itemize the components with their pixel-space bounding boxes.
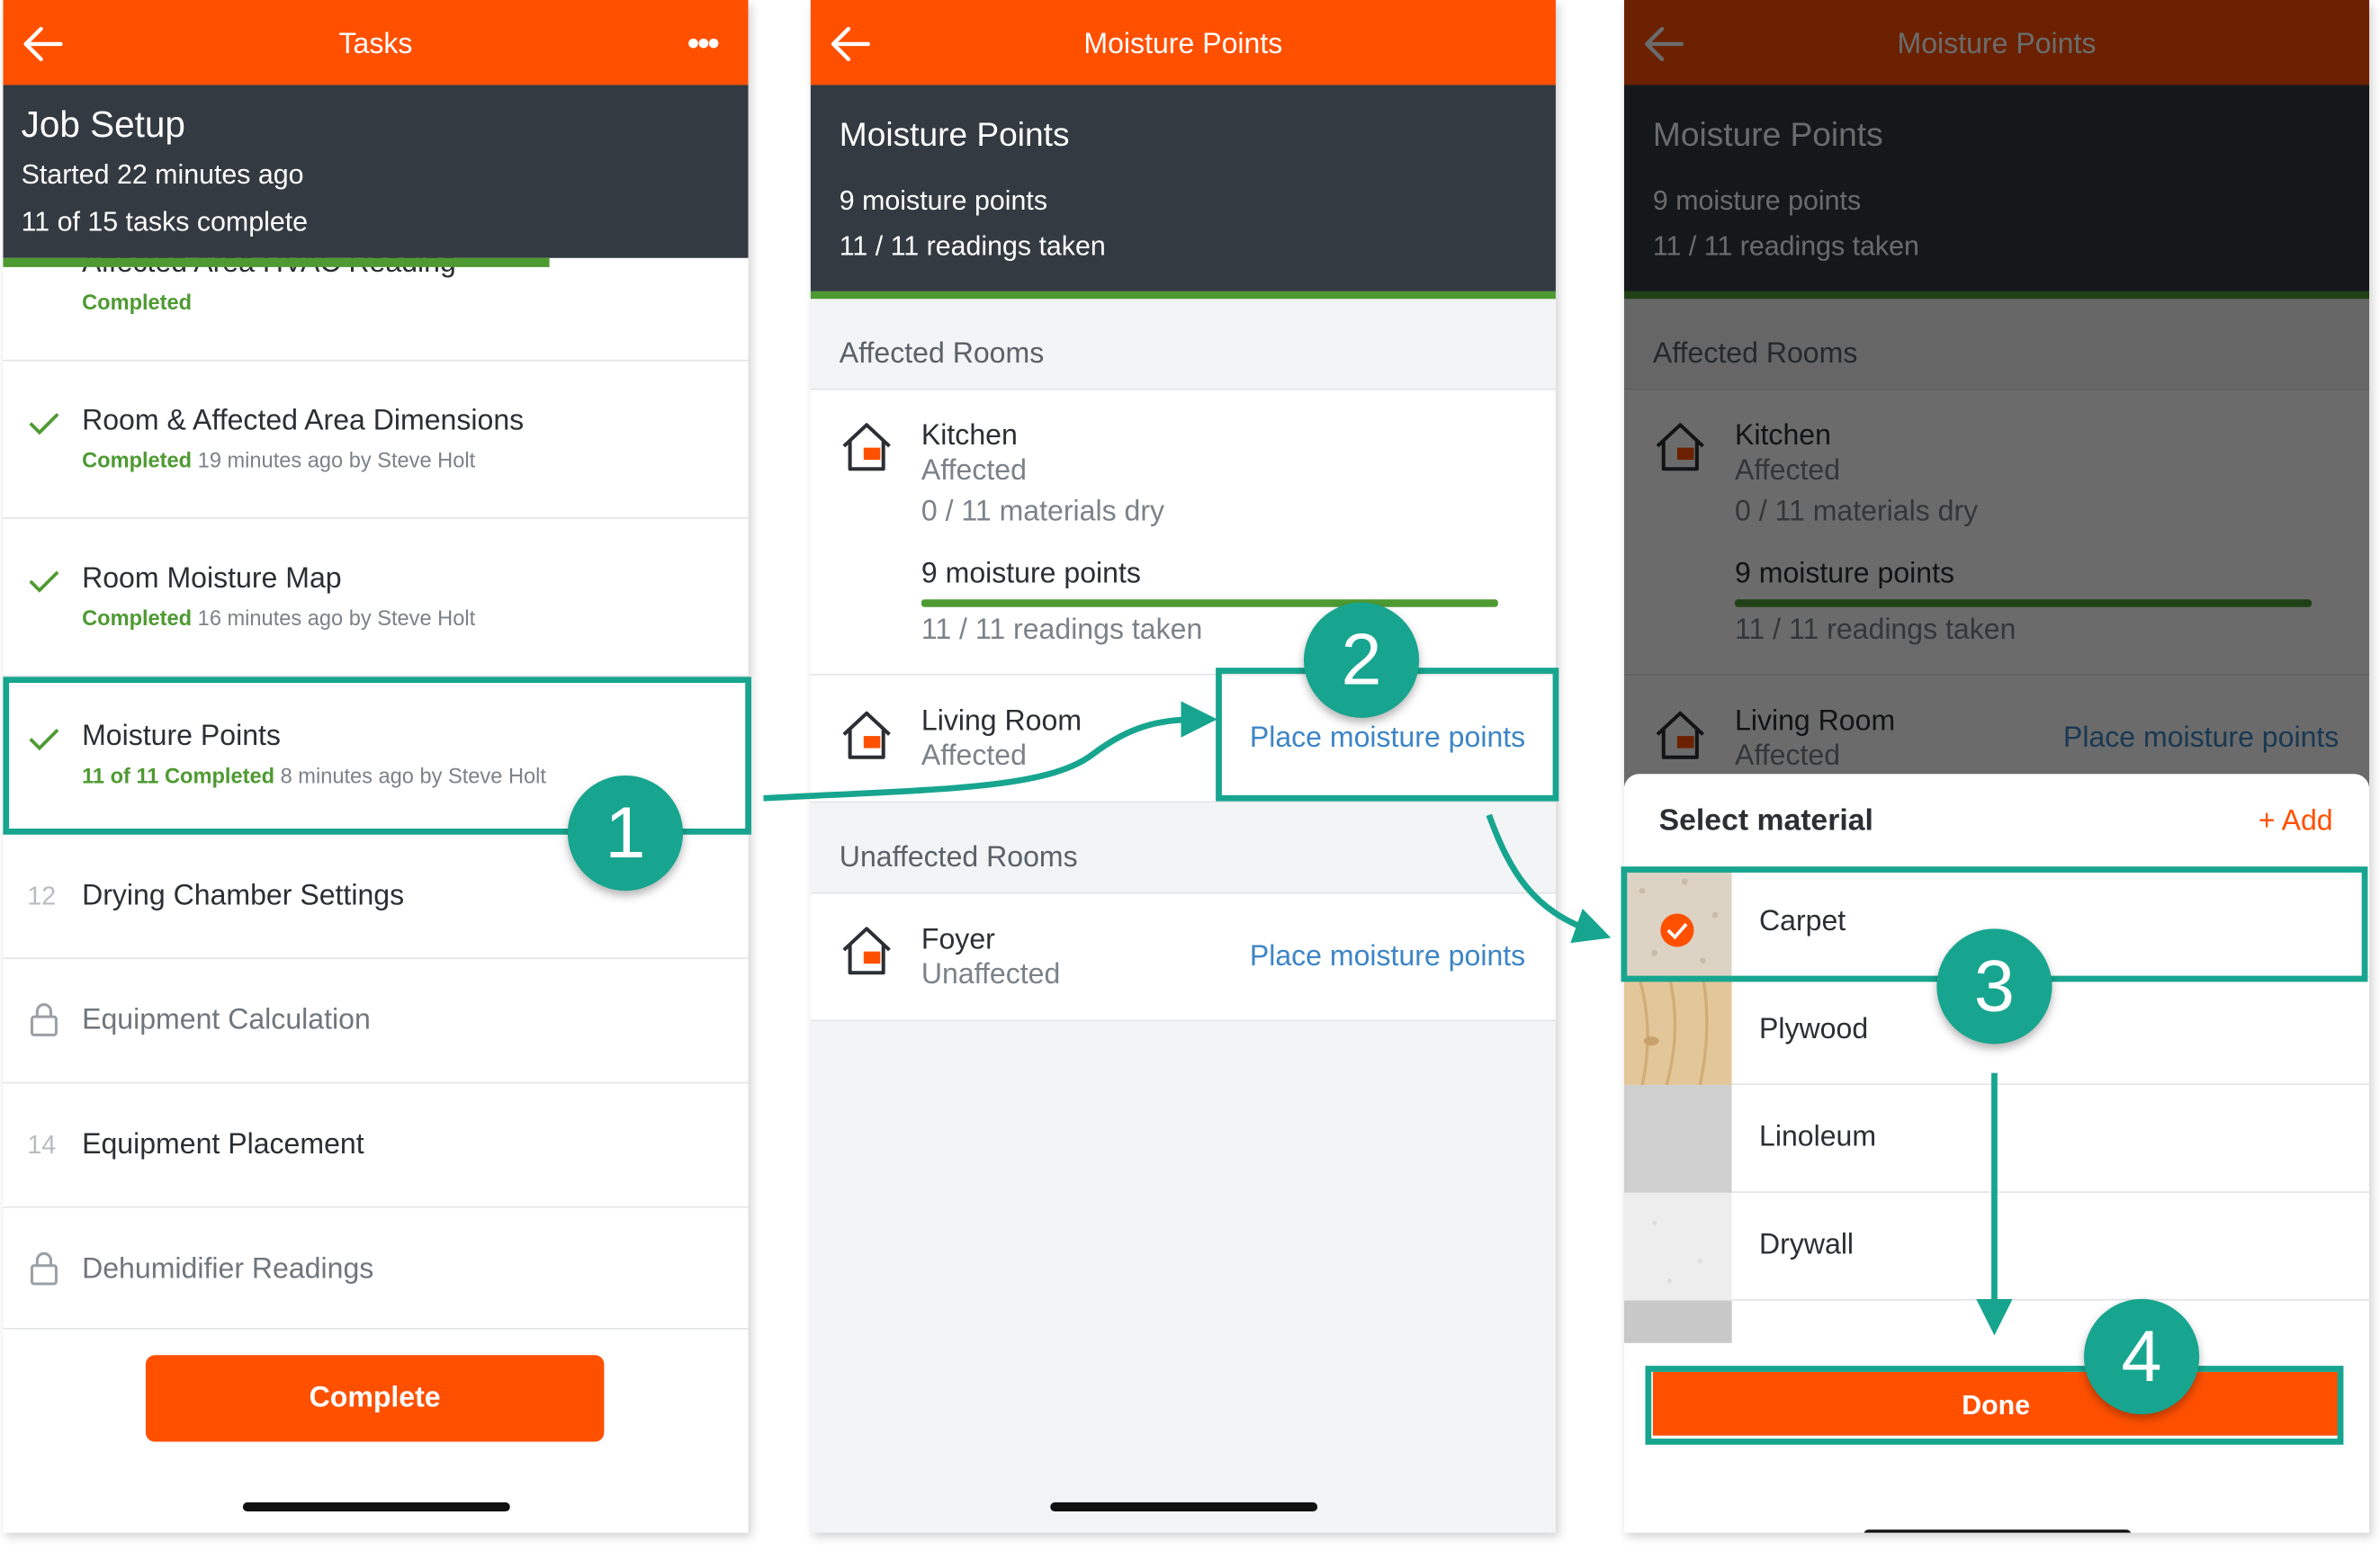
step-badge-4: 4 [2083, 1298, 2200, 1415]
highlight-done-button [1645, 1366, 2344, 1445]
step-badge-3: 3 [1936, 928, 2052, 1044]
step-badge-2: 2 [1303, 602, 1420, 718]
step-badge-1: 1 [567, 775, 684, 892]
arrow-step1-to-step2 [763, 701, 1217, 802]
arrow-step2-to-step3 [1486, 813, 1612, 944]
